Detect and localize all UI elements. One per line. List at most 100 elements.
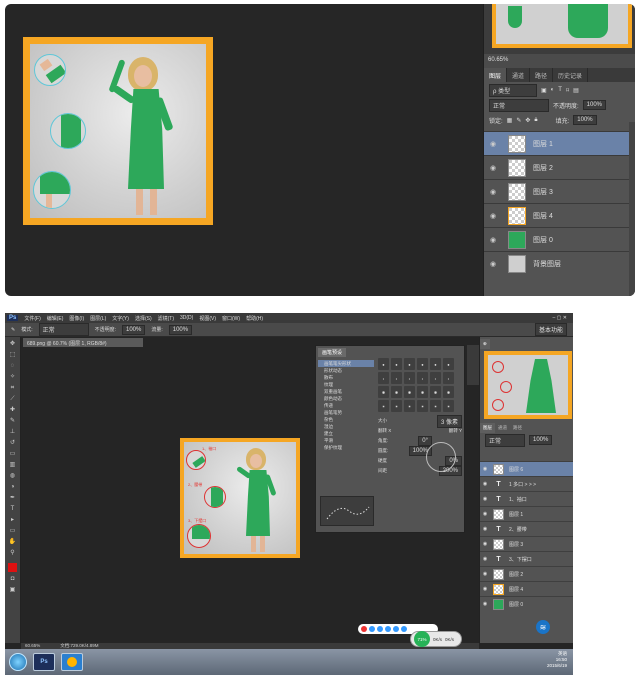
start-button[interactable]	[9, 653, 27, 671]
filter-select[interactable]: ρ 类型	[489, 83, 537, 97]
dodge-tool-icon[interactable]: ◑	[8, 483, 18, 491]
layer-row[interactable]: ◉ T 1 多口 > > >	[480, 476, 573, 491]
workspace-select[interactable]: 基本功能	[534, 323, 567, 336]
layer-row[interactable]: ◉ 图层 6	[480, 461, 573, 476]
eye-icon[interactable]: ◉	[480, 571, 490, 577]
ime-icon[interactable]	[377, 626, 383, 632]
layer-row[interactable]: ◉ 图层 0	[484, 227, 635, 251]
eye-icon[interactable]: ◉	[480, 541, 490, 547]
menu-file[interactable]: 文件(F)	[24, 315, 40, 322]
tab-layers[interactable]: 图层	[480, 423, 495, 433]
brush-tip[interactable]: ●	[443, 358, 454, 370]
crop-tool-icon[interactable]: ⌗	[8, 384, 18, 392]
eye-icon[interactable]: ◉	[480, 556, 490, 562]
layer-row[interactable]: ◉ T 1、袖口	[480, 491, 573, 506]
ime-icon[interactable]	[369, 626, 375, 632]
opacity-input[interactable]: 100%	[529, 435, 553, 445]
layer-row[interactable]: ◉ 图层 0	[480, 596, 573, 611]
quick-mask-icon[interactable]: ◘	[8, 575, 18, 583]
brush-tip[interactable]: ✱	[378, 386, 389, 398]
brush-setting-item[interactable]: 颜色动态	[318, 395, 374, 402]
shape-filter-icon[interactable]: ⌑	[566, 87, 569, 94]
eye-icon[interactable]: ◉	[480, 481, 490, 487]
brush-setting-item[interactable]: 建立	[318, 430, 374, 437]
brush-tip[interactable]: ✶	[378, 400, 389, 412]
layers-scrollbar[interactable]	[629, 122, 635, 296]
layer-row[interactable]: ◉ 图层 1	[484, 131, 635, 155]
brush-tip[interactable]: •	[404, 372, 415, 384]
eye-icon[interactable]: ◉	[480, 511, 490, 517]
mode-select[interactable]: 正常	[38, 323, 89, 336]
flow-input[interactable]: 100%	[168, 324, 193, 335]
window-controls[interactable]: – ▢ ✕	[553, 315, 573, 321]
document-tab[interactable]: 689.png @ 60.7% (图层 1, RGB/8#)	[23, 338, 143, 347]
eye-icon[interactable]: ◉	[480, 526, 490, 532]
layer-row[interactable]: ◉ 图层 1	[480, 506, 573, 521]
pen-tool-icon[interactable]: ✒	[8, 494, 18, 502]
eye-icon[interactable]: ◉	[484, 188, 502, 196]
brush-tip[interactable]: ✶	[443, 400, 454, 412]
tab-layers[interactable]: 图层	[484, 68, 508, 82]
marquee-tool-icon[interactable]: ⬚	[8, 351, 18, 359]
blend-mode-select[interactable]: 正常	[485, 433, 525, 447]
menu-layer[interactable]: 图层(L)	[90, 315, 106, 322]
menu-help[interactable]: 帮助(H)	[246, 315, 263, 322]
tab-channels[interactable]: 通道	[507, 68, 531, 82]
smart-filter-icon[interactable]: ▤	[573, 87, 579, 94]
shape-tool-icon[interactable]: ▭	[8, 527, 18, 535]
ime-logo-icon[interactable]	[361, 626, 367, 632]
taskbar-browser-icon[interactable]	[61, 653, 83, 671]
lock-move-icon[interactable]: ✥	[525, 117, 530, 124]
layer-row[interactable]: ◉ 图层 3	[484, 179, 635, 203]
eye-icon[interactable]: ◉	[484, 164, 502, 172]
brush-tip[interactable]: •	[430, 372, 441, 384]
opacity-input[interactable]: 100%	[582, 100, 607, 110]
brush-tip[interactable]: ●	[417, 358, 428, 370]
eye-icon[interactable]: ◉	[484, 236, 502, 244]
brush-tip[interactable]: ✱	[443, 386, 454, 398]
type-tool-icon[interactable]: T	[8, 505, 18, 513]
opacity-input[interactable]: 100%	[121, 324, 146, 335]
brush-tip[interactable]: ✱	[391, 386, 402, 398]
brush-tip[interactable]: •	[443, 372, 454, 384]
menu-filter[interactable]: 滤镜(T)	[158, 315, 174, 322]
blur-tool-icon[interactable]: ◍	[8, 472, 18, 480]
eye-icon[interactable]: ◉	[484, 140, 502, 148]
brush-setting-item[interactable]: 散布	[318, 374, 374, 381]
ime-icon[interactable]	[401, 626, 407, 632]
layer-row[interactable]: ◉ 图层 4	[484, 203, 635, 227]
brush-tip[interactable]: ●	[391, 358, 402, 370]
brush-setting-item[interactable]: 纹理	[318, 381, 374, 388]
image-filter-icon[interactable]: ▣	[541, 87, 547, 94]
eye-icon[interactable]: ◉	[480, 601, 490, 607]
lock-all-icon[interactable]: 🔒︎	[534, 117, 537, 124]
gradient-tool-icon[interactable]: ▥	[8, 461, 18, 469]
color-swatch-icon[interactable]	[8, 563, 17, 572]
move-tool-icon[interactable]: ✥	[8, 340, 18, 348]
brush-tip[interactable]: ●	[430, 358, 441, 370]
heal-tool-icon[interactable]: ✚	[8, 406, 18, 414]
menu-image[interactable]: 图像(I)	[69, 315, 84, 322]
eye-icon[interactable]: ◉	[480, 496, 490, 502]
screen-mode-icon[interactable]: ▣	[8, 586, 18, 594]
flip-y-checkbox[interactable]: 翻转 Y	[449, 428, 462, 434]
brush-setting-item[interactable]: 双重画笔	[318, 388, 374, 395]
menu-type[interactable]: 文字(Y)	[112, 315, 129, 322]
brush-setting-item[interactable]: 画笔笔势	[318, 409, 374, 416]
layer-row[interactable]: ◉ 图层 2	[484, 155, 635, 179]
brush-tip[interactable]: •	[417, 372, 428, 384]
layer-row[interactable]: ◉ 背景图层	[484, 251, 635, 275]
menu-select[interactable]: 选择(S)	[135, 315, 152, 322]
wand-tool-icon[interactable]: ✧	[8, 373, 18, 381]
tab-channels[interactable]: 通道	[495, 423, 510, 433]
tab-paths[interactable]: 路径	[530, 68, 554, 82]
ime-icon[interactable]	[385, 626, 391, 632]
brush-setting-item[interactable]: 杂色	[318, 416, 374, 423]
eye-icon[interactable]: ◉	[484, 212, 502, 220]
stamp-tool-icon[interactable]: ⊥	[8, 428, 18, 436]
size-input[interactable]: 3 像素	[436, 414, 462, 428]
brush-presets-button[interactable]: 画笔预设	[318, 348, 347, 357]
navigator-thumbnail[interactable]	[492, 4, 632, 48]
brush-tip[interactable]: •	[391, 372, 402, 384]
wifi-icon[interactable]: ≋	[536, 620, 550, 634]
